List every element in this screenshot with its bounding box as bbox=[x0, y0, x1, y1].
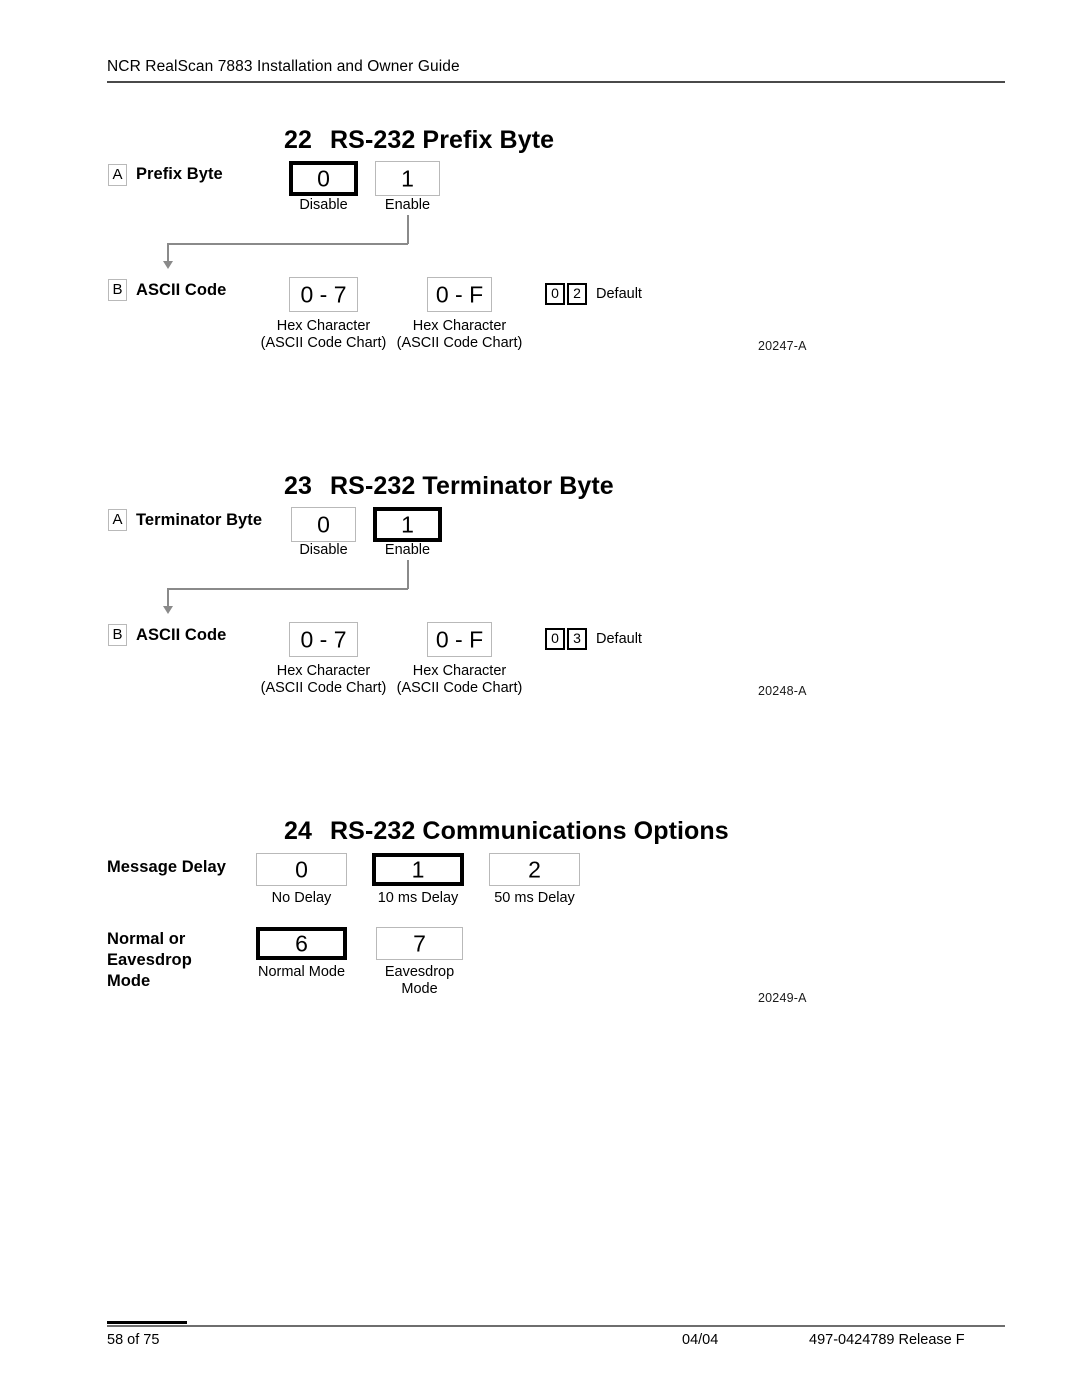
section-24-mode-option-1-caption: Eavesdrop Mode bbox=[384, 964, 455, 997]
section-22-option-1-caption: Enable bbox=[384, 197, 431, 213]
section-22-row-b-label: ASCII Code bbox=[136, 281, 227, 299]
section-22-title: 22 RS-232 Prefix Byte bbox=[284, 126, 554, 155]
section-23-option-1-caption: Enable bbox=[384, 542, 431, 558]
section-23-row-a-label: Terminator Byte bbox=[136, 511, 263, 529]
section-22-row-a-label: Prefix Byte bbox=[136, 165, 223, 183]
section-24-message-delay-option-1[interactable]: 1 bbox=[372, 853, 464, 886]
footer-rule bbox=[107, 1325, 1005, 1327]
section-22-option-0-caption: Disable bbox=[299, 197, 348, 213]
section-23-ascii-option-0-caption: Hex Character (ASCII Code Chart) bbox=[260, 663, 387, 696]
section-22-connector-segment-3 bbox=[167, 243, 169, 263]
section-22-row-b-badge: B bbox=[108, 279, 127, 301]
section-24-message-delay-option-1-caption: 10 ms Delay bbox=[377, 890, 459, 906]
section-24-message-delay-option-0-value: 0 bbox=[295, 856, 308, 882]
section-23-row-b-label: ASCII Code bbox=[136, 626, 227, 644]
section-23-connector-segment-3 bbox=[167, 588, 169, 608]
section-22-drawing-id: 20247-A bbox=[758, 339, 807, 353]
section-23-ascii-option-1-caption: Hex Character (ASCII Code Chart) bbox=[396, 663, 523, 696]
section-24-mode-option-0-caption: Normal Mode bbox=[257, 964, 346, 980]
section-23-option-1[interactable]: 1 bbox=[373, 507, 442, 542]
section-22-default-box-1: 2 bbox=[567, 283, 587, 305]
footer-page-number: 58 of 75 bbox=[107, 1332, 160, 1348]
section-23-connector-segment-1 bbox=[407, 560, 409, 589]
section-22-connector-arrow bbox=[163, 261, 173, 269]
section-23-default-box-0: 0 bbox=[545, 628, 565, 650]
section-23-option-0[interactable]: 0 bbox=[291, 507, 356, 542]
section-24-message-delay-label: Message Delay bbox=[107, 858, 226, 876]
section-23-title-text: RS-232 Terminator Byte bbox=[330, 472, 614, 500]
section-22-row-a-badge: A bbox=[108, 164, 127, 186]
section-23-title: 23 RS-232 Terminator Byte bbox=[284, 472, 614, 501]
section-24-mode-option-1-value: 7 bbox=[413, 930, 426, 956]
section-23-default-label: Default bbox=[596, 631, 642, 647]
section-24-message-delay-option-2-value: 2 bbox=[528, 856, 541, 882]
section-24-message-delay-option-2[interactable]: 2 bbox=[489, 853, 580, 886]
section-23-row-a-badge: A bbox=[108, 509, 127, 531]
section-23-number: 23 bbox=[284, 472, 313, 500]
section-24-message-delay-option-0-caption: No Delay bbox=[271, 890, 332, 906]
section-23-option-1-value: 1 bbox=[401, 511, 414, 537]
footer-date: 04/04 bbox=[682, 1332, 719, 1348]
section-23-default-box-1: 3 bbox=[567, 628, 587, 650]
section-22-connector-segment-2 bbox=[167, 243, 408, 245]
section-22-number: 22 bbox=[284, 126, 313, 154]
section-22-option-1[interactable]: 1 bbox=[375, 161, 440, 196]
section-22-ascii-option-1-value: 0 - F bbox=[435, 281, 484, 307]
section-24-message-delay-option-2-caption: 50 ms Delay bbox=[494, 890, 575, 906]
section-22-connector-segment-1 bbox=[407, 215, 409, 244]
section-22-default-box-0: 0 bbox=[545, 283, 565, 305]
section-22-ascii-option-1-caption: Hex Character (ASCII Code Chart) bbox=[396, 318, 523, 351]
section-24-title-text: RS-232 Communications Options bbox=[330, 817, 729, 845]
section-23-option-0-caption: Disable bbox=[299, 542, 348, 558]
section-22-title-text: RS-232 Prefix Byte bbox=[330, 126, 555, 154]
section-24-mode-option-1[interactable]: 7 bbox=[376, 927, 463, 960]
section-22-option-0-value: 0 bbox=[317, 165, 330, 191]
section-24-message-delay-option-0[interactable]: 0 bbox=[256, 853, 347, 886]
section-24-number: 24 bbox=[284, 817, 313, 845]
section-23-connector-segment-2 bbox=[167, 588, 408, 590]
section-22-ascii-option-0-caption: Hex Character (ASCII Code Chart) bbox=[260, 318, 387, 351]
section-23-ascii-option-1-value: 0 - F bbox=[435, 626, 484, 652]
section-24-mode-option-0[interactable]: 6 bbox=[256, 927, 347, 960]
section-23-connector-arrow bbox=[163, 606, 173, 614]
section-24-drawing-id: 20249-A bbox=[758, 991, 807, 1005]
section-22-ascii-option-1[interactable]: 0 - F bbox=[427, 277, 492, 312]
section-23-row-b-badge: B bbox=[108, 624, 127, 646]
footer-rule-accent bbox=[107, 1321, 187, 1324]
section-22-option-1-value: 1 bbox=[401, 165, 414, 191]
section-24-mode-label: Normal or Eavesdrop Mode bbox=[107, 930, 192, 990]
section-22-ascii-option-0-value: 0 - 7 bbox=[300, 281, 347, 307]
section-24-title: 24 RS-232 Communications Options bbox=[284, 817, 729, 846]
section-23-ascii-option-0[interactable]: 0 - 7 bbox=[289, 622, 358, 657]
section-23-option-0-value: 0 bbox=[317, 511, 330, 537]
section-22-ascii-option-0[interactable]: 0 - 7 bbox=[289, 277, 358, 312]
page-header: NCR RealScan 7883 Installation and Owner… bbox=[107, 58, 1005, 76]
section-22-default-label: Default bbox=[596, 286, 642, 302]
section-23-ascii-option-1[interactable]: 0 - F bbox=[427, 622, 492, 657]
header-title: NCR RealScan 7883 Installation and Owner… bbox=[107, 58, 460, 75]
section-22-option-0[interactable]: 0 bbox=[289, 161, 358, 196]
document-page: NCR RealScan 7883 Installation and Owner… bbox=[0, 0, 1080, 1397]
header-rule bbox=[107, 81, 1005, 83]
section-23-ascii-option-0-value: 0 - 7 bbox=[300, 626, 347, 652]
section-24-mode-option-0-value: 6 bbox=[295, 930, 308, 956]
section-24-message-delay-option-1-value: 1 bbox=[411, 856, 425, 882]
footer-part-release: 497-0424789 Release F bbox=[809, 1332, 965, 1348]
section-23-drawing-id: 20248-A bbox=[758, 684, 807, 698]
